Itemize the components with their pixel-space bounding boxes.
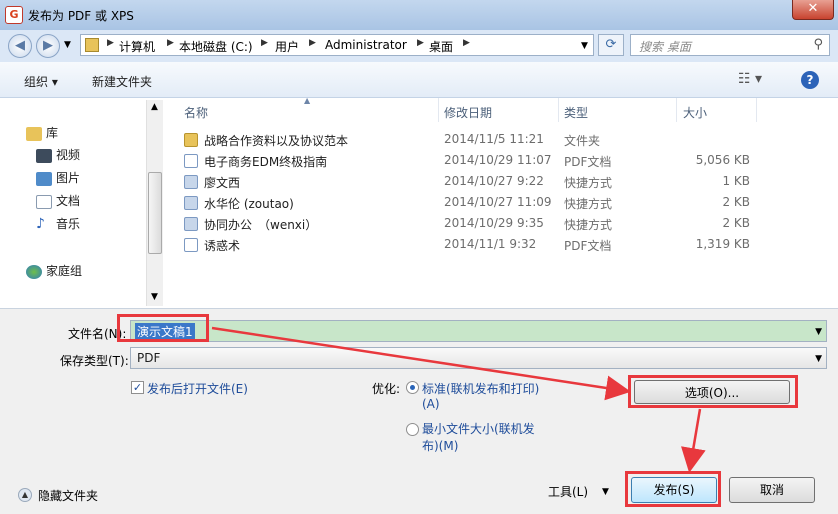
- annotation-arrow-to-options: [211, 326, 631, 401]
- annotation-arrow-to-publish: [681, 408, 706, 473]
- annotation-arrows: [211, 326, 706, 473]
